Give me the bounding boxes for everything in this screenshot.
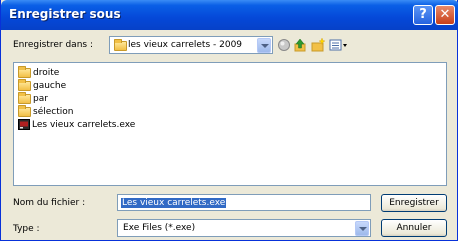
list-item[interactable]: gauche bbox=[18, 78, 67, 92]
dialog-title: Enregistrer sous bbox=[9, 7, 121, 21]
filename-label: Nom du fichier : bbox=[13, 198, 86, 208]
save-in-value: les vieux carrelets - 2009 bbox=[128, 40, 243, 50]
folder-icon bbox=[18, 91, 31, 104]
list-item[interactable]: par bbox=[18, 91, 48, 105]
file-name: Les vieux carrelets.exe bbox=[32, 120, 136, 130]
list-item[interactable]: Les vieux carrelets.exe bbox=[18, 119, 135, 131]
save-button[interactable]: Enregistrer bbox=[381, 194, 447, 212]
save-as-dialog: Enregistrer sous ? ✕ Enregistrer dans : … bbox=[0, 0, 458, 241]
file-name: droite bbox=[33, 68, 60, 78]
filename-input[interactable]: Les vieux carrelets.exe bbox=[117, 194, 371, 211]
folder-icon bbox=[18, 65, 31, 78]
filetype-dropdown[interactable]: Exe Files (*.exe) bbox=[117, 219, 371, 237]
file-name: par bbox=[33, 94, 48, 104]
title-bar[interactable]: Enregistrer sous ? ✕ bbox=[1, 0, 458, 30]
exe-file-icon bbox=[18, 119, 30, 130]
list-item[interactable]: sélection bbox=[18, 104, 74, 118]
folder-icon bbox=[18, 104, 31, 117]
up-folder-icon[interactable] bbox=[293, 38, 307, 52]
view-menu-icon[interactable] bbox=[329, 38, 349, 52]
close-button[interactable]: ✕ bbox=[435, 5, 455, 25]
file-list[interactable]: droite gauche par sélection Les vieux ca… bbox=[13, 62, 447, 186]
list-item[interactable]: droite bbox=[18, 65, 60, 79]
new-folder-icon[interactable] bbox=[311, 38, 325, 52]
file-name: gauche bbox=[33, 81, 67, 91]
cancel-button[interactable]: Annuler bbox=[381, 219, 447, 237]
save-in-dropdown[interactable]: les vieux carrelets - 2009 bbox=[109, 36, 273, 54]
chevron-down-icon[interactable] bbox=[257, 38, 271, 53]
folder-icon bbox=[114, 39, 127, 51]
file-name: sélection bbox=[33, 107, 74, 117]
back-globe-icon[interactable] bbox=[277, 38, 291, 52]
filetype-label: Type : bbox=[13, 224, 40, 234]
help-button[interactable]: ? bbox=[413, 5, 433, 25]
filetype-value: Exe Files (*.exe) bbox=[123, 223, 196, 233]
chevron-down-icon[interactable] bbox=[355, 221, 369, 236]
save-in-label: Enregistrer dans : bbox=[13, 40, 93, 50]
folder-icon bbox=[18, 78, 31, 91]
filename-value: Les vieux carrelets.exe bbox=[121, 198, 227, 208]
